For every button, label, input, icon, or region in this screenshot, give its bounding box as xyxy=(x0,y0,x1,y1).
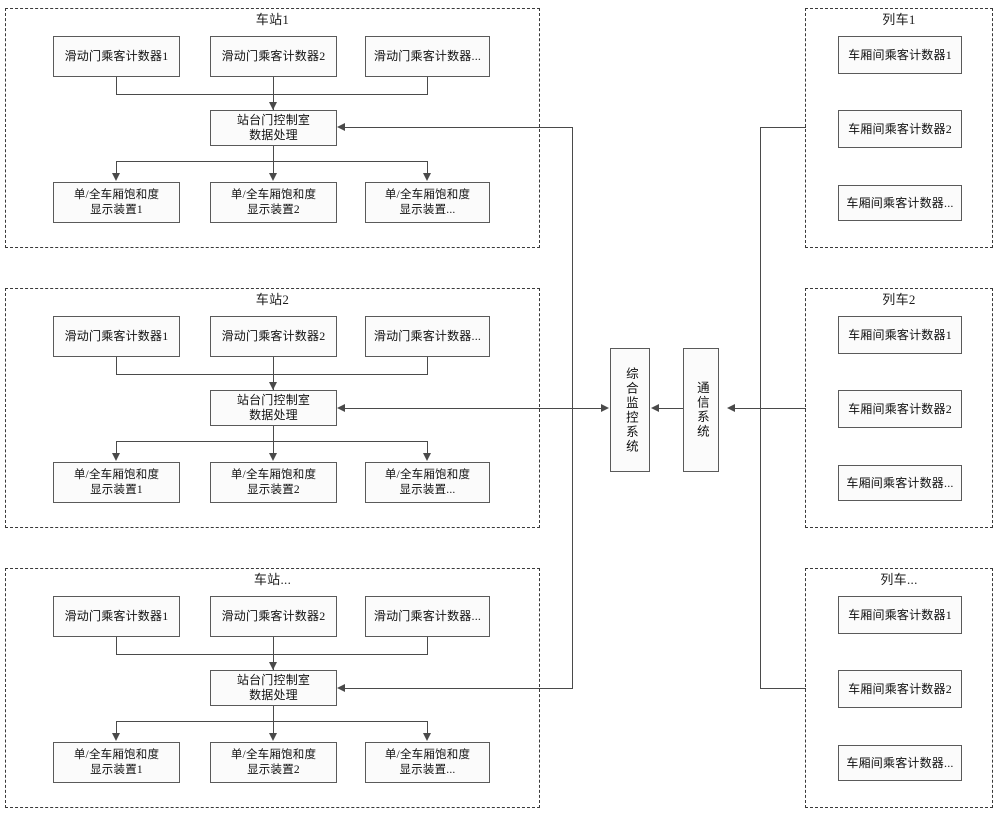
station-n-display-n: 单/全车厢饱和度 显示装置... xyxy=(365,742,490,783)
station-2-display-n-arrowhead xyxy=(423,453,431,461)
station-2-display-n: 单/全车厢饱和度 显示装置... xyxy=(365,462,490,503)
station-n-counter-bus xyxy=(116,654,428,656)
trunk-to-iscs-line xyxy=(572,408,602,410)
station-n-feed-arrowhead xyxy=(337,684,345,692)
station-n-display-n-arrowhead xyxy=(423,733,431,741)
train-1-carriage-counter-n: 车厢间乘客计数器... xyxy=(838,185,962,221)
station-2-feed-line xyxy=(345,408,573,410)
station-2-counter-n-stem xyxy=(427,357,429,375)
station-2-feed-arrowhead xyxy=(337,404,345,412)
station-n-controller: 站台门控制室 数据处理 xyxy=(210,670,337,706)
station-group-n-title: 车站... xyxy=(253,572,292,587)
station-1-controller: 站台门控制室 数据处理 xyxy=(210,110,337,146)
comms-to-iscs-line xyxy=(658,408,683,410)
station-2-door-counter-n: 滑动门乘客计数器... xyxy=(365,316,490,357)
train-n-carriage-counter-n: 车厢间乘客计数器... xyxy=(838,745,962,781)
station-1-counter-n-stem xyxy=(427,77,429,95)
station-1-display-2: 单/全车厢饱和度 显示装置2 xyxy=(210,182,337,223)
station-1-feed-line xyxy=(345,127,573,129)
station-2-display-1-arrowhead xyxy=(112,453,120,461)
station-2-display-2: 单/全车厢饱和度 显示装置2 xyxy=(210,462,337,503)
station-1-display-2-arrowhead xyxy=(269,173,277,181)
station-2-counter-1-stem xyxy=(116,357,118,375)
station-n-display-2: 单/全车厢饱和度 显示装置2 xyxy=(210,742,337,783)
train-n-carriage-counter-1: 车厢间乘客计数器1 xyxy=(838,596,962,634)
station-2-controller: 站台门控制室 数据处理 xyxy=(210,390,337,426)
station-1-display-n-arrowhead xyxy=(423,173,431,181)
trains-trunk-to-comms-line xyxy=(735,408,761,410)
train-group-2-title: 列车2 xyxy=(882,292,916,307)
station-2-door-counter-2: 滑动门乘客计数器2 xyxy=(210,316,337,357)
station-2-display-1: 单/全车厢饱和度 显示装置1 xyxy=(53,462,180,503)
station-n-controller-out-stem xyxy=(273,706,275,722)
communication-system: 通信系统 xyxy=(683,348,719,472)
station-1-feed-arrowhead xyxy=(337,123,345,131)
station-1-door-counter-1: 滑动门乘客计数器1 xyxy=(53,36,180,77)
trains-trunk-to-comms-arrowhead xyxy=(727,404,735,412)
comms-to-iscs-arrowhead xyxy=(651,404,659,412)
station-1-display-bus xyxy=(116,161,428,163)
train-2-carriage-counter-2: 车厢间乘客计数器2 xyxy=(838,390,962,428)
station-group-2-title: 车站2 xyxy=(255,292,290,307)
station-1-counter-bus xyxy=(116,94,428,96)
train-n-carriage-counter-2: 车厢间乘客计数器2 xyxy=(838,670,962,708)
station-1-door-counter-n: 滑动门乘客计数器... xyxy=(365,36,490,77)
integrated-monitoring-system: 综合监控系统 xyxy=(610,348,650,472)
train-group-1-title: 列车1 xyxy=(882,12,916,27)
train-1-carriage-counter-2: 车厢间乘客计数器2 xyxy=(838,110,962,148)
station-n-door-counter-n: 滑动门乘客计数器... xyxy=(365,596,490,637)
station-2-controller-in-arrowhead xyxy=(269,382,277,390)
station-n-display-1: 单/全车厢饱和度 显示装置1 xyxy=(53,742,180,783)
station-n-display-2-arrowhead xyxy=(269,733,277,741)
station-n-door-counter-1: 滑动门乘客计数器1 xyxy=(53,596,180,637)
station-n-counter-n-stem xyxy=(427,637,429,655)
station-1-door-counter-2: 滑动门乘客计数器2 xyxy=(210,36,337,77)
diagram-canvas: 车站1 滑动门乘客计数器1 滑动门乘客计数器2 滑动门乘客计数器... 站台门控… xyxy=(0,0,1000,815)
train-1-carriage-counter-1: 车厢间乘客计数器1 xyxy=(838,36,962,74)
station-2-controller-out-stem xyxy=(273,426,275,442)
station-1-display-1-arrowhead xyxy=(112,173,120,181)
station-1-controller-out-stem xyxy=(273,146,275,162)
station-n-door-counter-2: 滑动门乘客计数器2 xyxy=(210,596,337,637)
station-2-display-bus xyxy=(116,441,428,443)
station-2-door-counter-1: 滑动门乘客计数器1 xyxy=(53,316,180,357)
train-group-n-title: 列车... xyxy=(880,572,918,587)
train-2-carriage-counter-1: 车厢间乘客计数器1 xyxy=(838,316,962,354)
station-group-1-title: 车站1 xyxy=(255,12,290,27)
station-n-display-bus xyxy=(116,721,428,723)
station-2-display-2-arrowhead xyxy=(269,453,277,461)
station-n-feed-line xyxy=(345,688,573,690)
trunk-to-iscs-arrowhead xyxy=(601,404,609,412)
station-n-counter-1-stem xyxy=(116,637,118,655)
station-1-counter-1-stem xyxy=(116,77,118,95)
station-1-display-1: 单/全车厢饱和度 显示装置1 xyxy=(53,182,180,223)
station-1-controller-in-arrowhead xyxy=(269,102,277,110)
station-n-controller-in-arrowhead xyxy=(269,662,277,670)
train-2-carriage-counter-n: 车厢间乘客计数器... xyxy=(838,465,962,501)
train-1-feed-line xyxy=(760,127,806,129)
train-n-feed-line xyxy=(760,688,806,690)
station-1-display-n: 单/全车厢饱和度 显示装置... xyxy=(365,182,490,223)
station-2-counter-bus xyxy=(116,374,428,376)
station-n-display-1-arrowhead xyxy=(112,733,120,741)
train-2-feed-line xyxy=(760,408,806,410)
